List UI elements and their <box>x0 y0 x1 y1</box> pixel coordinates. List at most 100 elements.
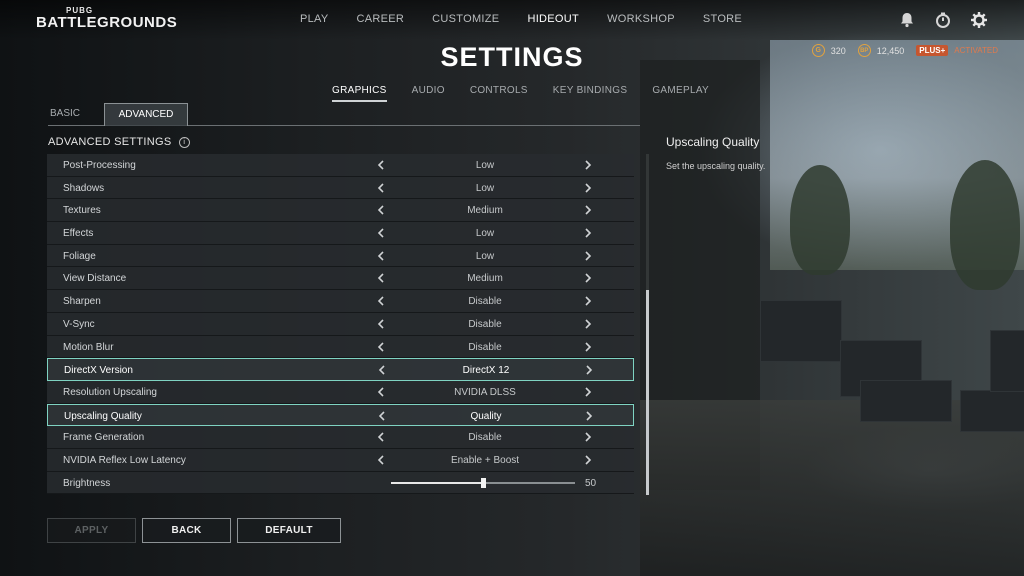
setting-label: Upscaling Quality <box>64 410 142 422</box>
chevron-left-icon[interactable] <box>374 453 388 467</box>
setting-row[interactable]: View Distance Medium <box>47 267 634 291</box>
nav-hideout[interactable]: HIDEOUT <box>527 13 579 25</box>
setting-row[interactable]: V-Sync Disable <box>47 312 634 336</box>
setting-label: Foliage <box>63 250 96 262</box>
setting-label: Brightness <box>63 477 111 489</box>
settings-tabs: GRAPHICS AUDIO CONTROLS KEY BINDINGS GAM… <box>332 85 734 102</box>
chevron-right-icon[interactable] <box>581 158 595 172</box>
nav-store[interactable]: STORE <box>703 13 742 25</box>
tab-controls[interactable]: CONTROLS <box>470 85 528 102</box>
setting-row[interactable]: NVIDIA Reflex Low Latency Enable + Boost <box>47 448 634 472</box>
chevron-right-icon[interactable] <box>581 249 595 263</box>
setting-row[interactable]: Effects Low <box>47 222 634 245</box>
chevron-left-icon[interactable] <box>374 271 388 285</box>
setting-value: Medium <box>467 205 503 217</box>
chevron-left-icon[interactable] <box>374 385 388 399</box>
setting-row[interactable]: DirectX Version DirectX 12 <box>47 358 634 381</box>
setting-label: NVIDIA Reflex Low Latency <box>63 454 186 466</box>
setting-row[interactable]: Textures Medium <box>47 199 634 223</box>
setting-label: Sharpen <box>63 296 101 308</box>
setting-label: Resolution Upscaling <box>63 386 157 398</box>
setting-value: Enable + Boost <box>450 454 520 466</box>
setting-value: Disable <box>468 432 502 444</box>
chevron-right-icon[interactable] <box>582 363 596 377</box>
tab-basic[interactable]: BASIC <box>50 103 80 125</box>
brightness-slider[interactable] <box>391 477 575 488</box>
bell-icon[interactable] <box>898 11 916 29</box>
tab-graphics[interactable]: GRAPHICS <box>332 85 387 102</box>
setting-row[interactable]: Motion Blur Disable <box>47 335 634 359</box>
chevron-left-icon[interactable] <box>374 203 388 217</box>
tab-advanced[interactable]: ADVANCED <box>104 103 188 126</box>
setting-label: Shadows <box>63 182 105 194</box>
setting-value: Low <box>475 228 495 240</box>
chevron-left-icon[interactable] <box>374 181 388 195</box>
detail-title: Upscaling Quality <box>666 135 760 149</box>
background-crate <box>760 300 842 362</box>
chevron-left-icon[interactable] <box>374 158 388 172</box>
back-button[interactable]: BACK <box>142 518 231 543</box>
chevron-left-icon[interactable] <box>374 317 388 331</box>
chevron-right-icon[interactable] <box>581 271 595 285</box>
chevron-right-icon[interactable] <box>581 340 595 354</box>
tab-key-bindings[interactable]: KEY BINDINGS <box>553 85 628 102</box>
default-button[interactable]: DEFAULT <box>237 518 341 543</box>
chevron-right-icon[interactable] <box>581 430 595 444</box>
chevron-left-icon[interactable] <box>375 363 389 377</box>
pubg-logo[interactable]: PUBG BATTLEGROUNDS <box>36 6 177 30</box>
setting-value: Medium <box>467 273 503 285</box>
setting-row[interactable]: Frame Generation Disable <box>47 426 634 449</box>
setting-row[interactable]: Brightness 50 <box>47 471 634 495</box>
setting-value: Quality <box>470 410 502 422</box>
setting-label: Post-Processing <box>63 160 136 171</box>
setting-label: Effects <box>63 228 94 240</box>
setting-row[interactable]: Foliage Low <box>47 244 634 268</box>
chevron-left-icon[interactable] <box>374 294 388 308</box>
chevron-right-icon[interactable] <box>581 181 595 195</box>
setting-value: Disable <box>468 296 502 308</box>
chevron-left-icon[interactable] <box>374 340 388 354</box>
chevron-right-icon[interactable] <box>581 385 595 399</box>
chevron-left-icon[interactable] <box>375 409 389 423</box>
chevron-right-icon[interactable] <box>581 294 595 308</box>
nav-play[interactable]: PLAY <box>300 13 329 25</box>
chevron-left-icon[interactable] <box>374 430 388 444</box>
nav-career[interactable]: CAREER <box>357 13 405 25</box>
apply-button[interactable]: APPLY <box>47 518 136 543</box>
chevron-right-icon[interactable] <box>581 317 595 331</box>
brightness-slider-handle[interactable] <box>481 477 486 488</box>
chevron-left-icon[interactable] <box>374 249 388 263</box>
info-icon[interactable]: i <box>178 137 190 148</box>
setting-value: NVIDIA DLSS <box>454 386 516 398</box>
nav-workshop[interactable]: WORKSHOP <box>607 13 675 25</box>
chevron-right-icon[interactable] <box>581 226 595 240</box>
setting-label: Motion Blur <box>63 341 114 353</box>
scrollbar-thumb[interactable] <box>646 290 649 495</box>
gear-icon[interactable] <box>970 11 988 29</box>
stopwatch-icon[interactable] <box>934 11 952 29</box>
top-icons <box>898 11 988 29</box>
setting-value: Disable <box>468 318 502 330</box>
section-title-text: ADVANCED SETTINGS <box>48 136 172 148</box>
background-crate <box>990 330 1024 392</box>
detail-description: Set the upscaling quality. <box>666 161 766 171</box>
graphics-mode-tabs: BASIC ADVANCED <box>48 103 640 126</box>
setting-label: DirectX Version <box>64 365 133 377</box>
chevron-right-icon[interactable] <box>582 409 596 423</box>
chevron-right-icon[interactable] <box>581 453 595 467</box>
setting-label: View Distance <box>63 273 127 285</box>
settings-list: Post-Processing Low Shadows Low Textures Medi… <box>47 154 634 495</box>
tab-gameplay[interactable]: GAMEPLAY <box>652 85 709 102</box>
setting-row[interactable]: Upscaling Quality Quality <box>47 403 634 427</box>
section-title: ADVANCED SETTINGS i <box>48 136 190 148</box>
nav-customize[interactable]: CUSTOMIZE <box>432 13 499 25</box>
setting-value: Low <box>475 250 495 262</box>
setting-label: Frame Generation <box>63 432 145 444</box>
setting-row[interactable]: Shadows Low <box>47 176 634 200</box>
tab-audio[interactable]: AUDIO <box>412 85 445 102</box>
setting-row[interactable]: Sharpen Disable <box>47 290 634 313</box>
chevron-left-icon[interactable] <box>374 226 388 240</box>
setting-row[interactable]: Post-Processing Low <box>47 154 634 177</box>
chevron-right-icon[interactable] <box>581 203 595 217</box>
setting-row[interactable]: Resolution Upscaling NVIDIA DLSS <box>47 380 634 404</box>
